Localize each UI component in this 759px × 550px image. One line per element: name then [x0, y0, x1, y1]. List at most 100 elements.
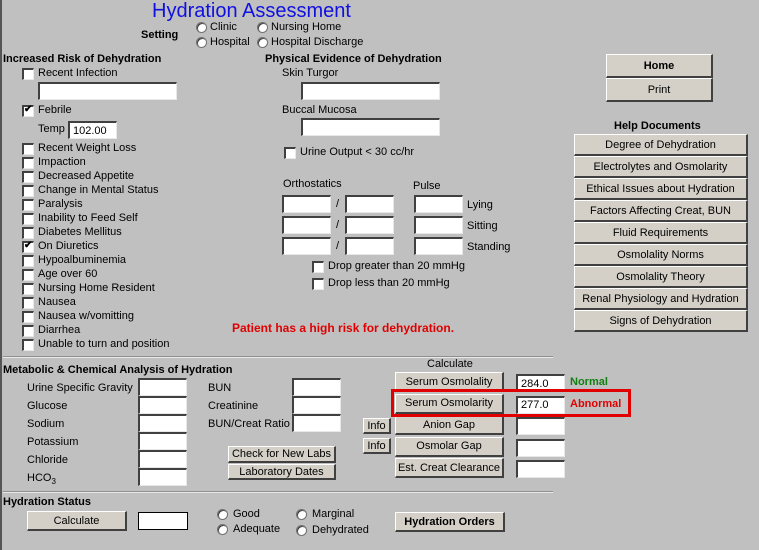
- risk-factor-checkbox[interactable]: [22, 269, 34, 281]
- risk-factor-label: Nausea: [38, 296, 76, 308]
- setting-hospital-radio[interactable]: [196, 37, 207, 48]
- status-adequate-radio[interactable]: [217, 524, 228, 535]
- calc-status-label: Normal: [570, 376, 608, 388]
- risk-factor-checkbox[interactable]: [22, 185, 34, 197]
- febrile-label: Febrile: [38, 104, 72, 116]
- risk-factor-checkbox[interactable]: [22, 227, 34, 239]
- setting-nursing-home-radio[interactable]: [257, 22, 268, 33]
- risk-factor-label: On Diuretics: [38, 240, 99, 252]
- help-document-button[interactable]: Osmolality Norms: [574, 244, 748, 266]
- risk-factor-checkbox[interactable]: [22, 213, 34, 225]
- setting-hospital-label: Hospital: [210, 36, 250, 48]
- lab-value-field[interactable]: [138, 468, 187, 486]
- risk-factor-checkbox[interactable]: [22, 297, 34, 309]
- calc-button[interactable]: Est. Creat Clearance: [395, 458, 504, 478]
- help-document-button[interactable]: Ethical Issues about Hydration: [574, 178, 748, 200]
- slash-separator: /: [336, 219, 340, 231]
- drop-greater-checkbox[interactable]: [312, 261, 324, 273]
- buccal-mucosa-field[interactable]: [301, 118, 440, 136]
- lab-value-field[interactable]: [292, 414, 341, 432]
- risk-factor-checkbox[interactable]: [22, 311, 34, 323]
- help-document-button[interactable]: Factors Affecting Creat, BUN: [574, 200, 748, 222]
- help-document-button[interactable]: Fluid Requirements: [574, 222, 748, 244]
- risk-factor-label: Change in Mental Status: [38, 184, 159, 196]
- setting-label: Setting: [141, 29, 179, 41]
- risk-factor-label: Recent Weight Loss: [38, 142, 137, 154]
- risk-factor-checkbox[interactable]: [22, 199, 34, 211]
- hydration-calculate-button[interactable]: Calculate: [27, 511, 127, 531]
- risk-factor-checkbox[interactable]: [22, 339, 34, 351]
- help-document-button[interactable]: Degree of Dehydration: [574, 134, 748, 156]
- osmolar-gap-info-button[interactable]: Info: [363, 438, 391, 454]
- calc-button[interactable]: Anion Gap: [395, 415, 504, 435]
- lab-label: Sodium: [27, 418, 64, 430]
- slash-separator: /: [336, 198, 340, 210]
- risk-factor-label: Hypoalbuminemia: [38, 254, 127, 266]
- lab-value-field[interactable]: [292, 378, 341, 396]
- orthostatics-label: Orthostatics: [283, 178, 342, 190]
- hydration-orders-button[interactable]: Hydration Orders: [395, 512, 505, 532]
- risk-factor-label: Decreased Appetite: [38, 170, 135, 182]
- lab-label: Urine Specific Gravity: [27, 382, 133, 394]
- help-document-button[interactable]: Renal Physiology and Hydration: [574, 288, 748, 310]
- risk-factor-checkbox[interactable]: [22, 171, 34, 183]
- lab-label: Potassium: [27, 436, 78, 448]
- calculate-header: Calculate: [427, 358, 473, 370]
- risk-factor-checkbox[interactable]: [22, 255, 34, 267]
- hydration-status-header: Hydration Status: [3, 496, 92, 508]
- diastolic-field[interactable]: [345, 216, 394, 234]
- recent-infection-checkbox[interactable]: [22, 68, 34, 80]
- home-button[interactable]: Home: [606, 54, 713, 78]
- status-marginal-radio[interactable]: [296, 509, 307, 520]
- pulse-field[interactable]: [414, 216, 463, 234]
- status-dehydrated-radio[interactable]: [296, 525, 307, 536]
- lab-value-field[interactable]: [138, 378, 187, 396]
- subscript: 3: [51, 477, 56, 487]
- lab-value-field[interactable]: [138, 432, 187, 450]
- skin-turgor-field[interactable]: [301, 82, 440, 100]
- help-document-button[interactable]: Osmolality Theory: [574, 266, 748, 288]
- drop-less-checkbox[interactable]: [312, 278, 324, 290]
- systolic-field[interactable]: [282, 216, 331, 234]
- lab-value-field[interactable]: [292, 396, 341, 414]
- recent-infection-field[interactable]: [38, 82, 177, 100]
- lab-value-field[interactable]: [138, 414, 187, 432]
- temp-field[interactable]: [68, 121, 117, 139]
- systolic-field[interactable]: [282, 237, 331, 255]
- calc-value-field[interactable]: [516, 417, 565, 435]
- pulse-field[interactable]: [414, 237, 463, 255]
- anion-gap-info-button[interactable]: Info: [363, 418, 391, 434]
- lab-label-text: Chloride: [27, 454, 68, 466]
- status-good-radio[interactable]: [217, 509, 228, 520]
- setting-clinic-label: Clinic: [210, 21, 237, 33]
- calc-button[interactable]: Osmolar Gap: [395, 436, 504, 457]
- physical-header: Physical Evidence of Dehydration: [265, 53, 442, 65]
- laboratory-dates-button[interactable]: Laboratory Dates: [228, 464, 336, 480]
- febrile-checkbox[interactable]: ✔: [22, 104, 34, 117]
- pulse-field[interactable]: [414, 195, 463, 213]
- risk-factor-checkbox[interactable]: [22, 143, 34, 155]
- setting-hospital-discharge-radio[interactable]: [257, 37, 268, 48]
- lab-value-field[interactable]: [138, 396, 187, 414]
- risk-factor-checkbox[interactable]: [22, 283, 34, 295]
- risk-factor-checkbox[interactable]: ✔: [22, 240, 34, 253]
- setting-nursing-home-label: Nursing Home: [271, 21, 342, 33]
- lab-value-field[interactable]: [138, 450, 187, 468]
- print-button[interactable]: Print: [606, 78, 713, 102]
- lab-label-text: Sodium: [27, 418, 65, 430]
- pulse-label: Pulse: [413, 180, 441, 192]
- calc-value-field[interactable]: [516, 438, 565, 457]
- hydration-status-field[interactable]: [138, 512, 188, 530]
- systolic-field[interactable]: [282, 195, 331, 213]
- risk-factor-checkbox[interactable]: [22, 325, 34, 337]
- urine-output-checkbox[interactable]: [284, 147, 296, 159]
- check-new-labs-button[interactable]: Check for New Labs: [228, 446, 336, 463]
- help-document-button[interactable]: Electrolytes and Osmolarity: [574, 156, 748, 178]
- diastolic-field[interactable]: [345, 237, 394, 255]
- calc-value-field[interactable]: [516, 460, 565, 478]
- help-document-button[interactable]: Signs of Dehydration: [574, 310, 748, 332]
- separator: [3, 491, 553, 493]
- setting-clinic-radio[interactable]: [196, 22, 207, 33]
- diastolic-field[interactable]: [345, 195, 394, 213]
- risk-factor-checkbox[interactable]: [22, 157, 34, 169]
